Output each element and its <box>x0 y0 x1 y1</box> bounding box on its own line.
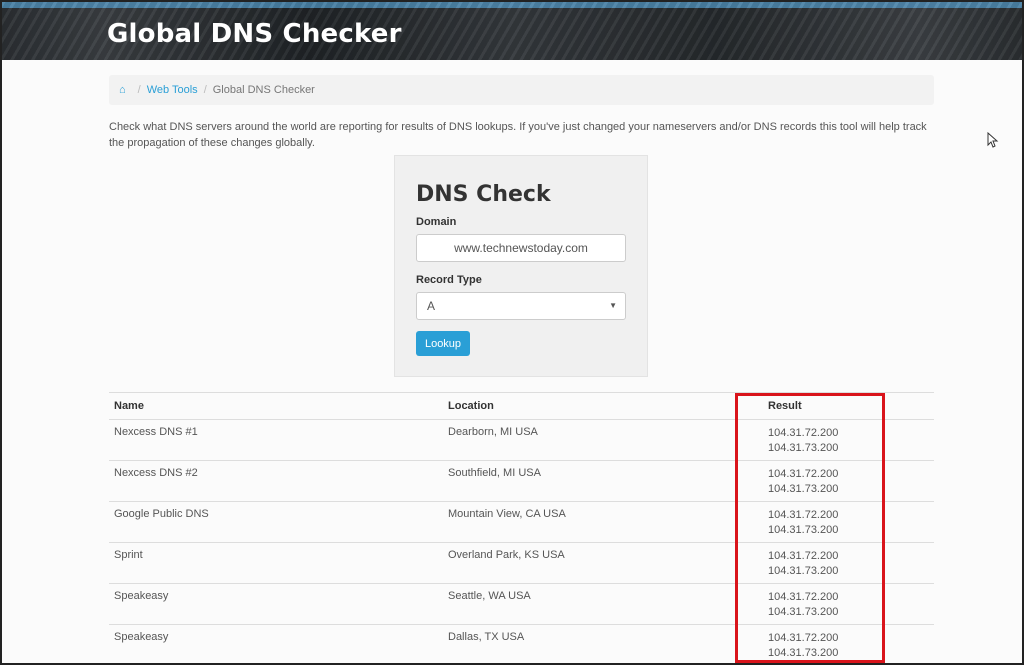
result-ip: 104.31.72.200 <box>768 468 839 480</box>
result-ip: 104.31.72.200 <box>768 550 839 562</box>
breadcrumb-current: Global DNS Checker <box>212 84 315 96</box>
header-location: Location <box>448 400 494 412</box>
row-location: Dallas, TX USA <box>448 631 525 643</box>
breadcrumb-separator: / <box>203 84 207 96</box>
mouse-cursor-icon <box>987 132 999 148</box>
table-row: Sprint Overland Park, KS USA 104.31.72.2… <box>109 543 934 584</box>
record-type-select[interactable]: A ▼ <box>416 292 626 320</box>
lookup-button[interactable]: Lookup <box>416 331 470 356</box>
table-header: Name Location Result <box>109 393 934 420</box>
intro-text: Check what DNS servers around the world … <box>109 121 927 149</box>
breadcrumb: ⌂ / Web Tools / Global DNS Checker <box>109 75 934 105</box>
row-name: Nexcess DNS #2 <box>114 467 198 479</box>
row-location: Dearborn, MI USA <box>448 426 538 438</box>
row-name: Speakeasy <box>114 590 169 602</box>
table-row: Speakeasy Seattle, WA USA 104.31.72.200 … <box>109 584 934 625</box>
row-result: 104.31.72.200 104.31.73.200 <box>763 549 934 583</box>
table-row: Nexcess DNS #1 Dearborn, MI USA 104.31.7… <box>109 420 934 461</box>
breadcrumb-web-tools[interactable]: Web Tools <box>147 84 198 96</box>
header-result: Result <box>768 400 802 412</box>
form-title: DNS Check <box>416 182 551 207</box>
home-icon[interactable]: ⌂ <box>119 84 126 96</box>
row-name: Speakeasy <box>114 631 169 643</box>
row-result: 104.31.72.200 104.31.73.200 <box>763 508 934 542</box>
row-name: Sprint <box>114 549 143 561</box>
result-ip: 104.31.73.200 <box>768 606 839 618</box>
chevron-down-icon: ▼ <box>609 301 617 310</box>
row-location: Seattle, WA USA <box>448 590 531 602</box>
result-ip: 104.31.72.200 <box>768 427 839 439</box>
dns-check-form: DNS Check Domain www.technewstoday.com R… <box>394 155 648 377</box>
result-ip: 104.31.73.200 <box>768 647 839 659</box>
header-name: Name <box>114 400 144 412</box>
result-ip: 104.31.73.200 <box>768 483 839 495</box>
result-ip: 104.31.73.200 <box>768 565 839 577</box>
result-ip: 104.31.73.200 <box>768 442 839 454</box>
row-name: Nexcess DNS #1 <box>114 426 198 438</box>
results-table: Name Location Result Nexcess DNS #1 Dear… <box>109 392 934 663</box>
breadcrumb-separator: / <box>137 84 141 96</box>
record-type-value: A <box>427 299 436 313</box>
domain-input[interactable]: www.technewstoday.com <box>416 234 626 262</box>
row-location: Overland Park, KS USA <box>448 549 565 561</box>
row-result: 104.31.72.200 104.31.73.200 <box>763 426 934 460</box>
result-ip: 104.31.73.200 <box>768 524 839 536</box>
result-ip: 104.31.72.200 <box>768 591 839 603</box>
row-location: Mountain View, CA USA <box>448 508 566 520</box>
row-name: Google Public DNS <box>114 508 209 520</box>
result-ip: 104.31.72.200 <box>768 632 839 644</box>
domain-label: Domain <box>416 216 457 228</box>
record-type-label: Record Type <box>416 274 482 286</box>
row-result: 104.31.72.200 104.31.73.200 <box>763 590 934 624</box>
main-content: ⌂ / Web Tools / Global DNS Checker Check… <box>4 60 1020 663</box>
browser-frame: Global DNS Checker ⌂ / Web Tools / Globa… <box>0 0 1024 665</box>
row-result: 104.31.72.200 104.31.73.200 <box>763 467 934 501</box>
table-row: Speakeasy Dallas, TX USA 104.31.72.200 1… <box>109 625 934 663</box>
table-row: Google Public DNS Mountain View, CA USA … <box>109 502 934 543</box>
result-ip: 104.31.72.200 <box>768 509 839 521</box>
row-location: Southfield, MI USA <box>448 467 541 479</box>
site-title: Global DNS Checker <box>107 19 402 49</box>
table-row: Nexcess DNS #2 Southfield, MI USA 104.31… <box>109 461 934 502</box>
site-header: Global DNS Checker <box>2 2 1022 60</box>
row-result: 104.31.72.200 104.31.73.200 <box>763 631 934 663</box>
